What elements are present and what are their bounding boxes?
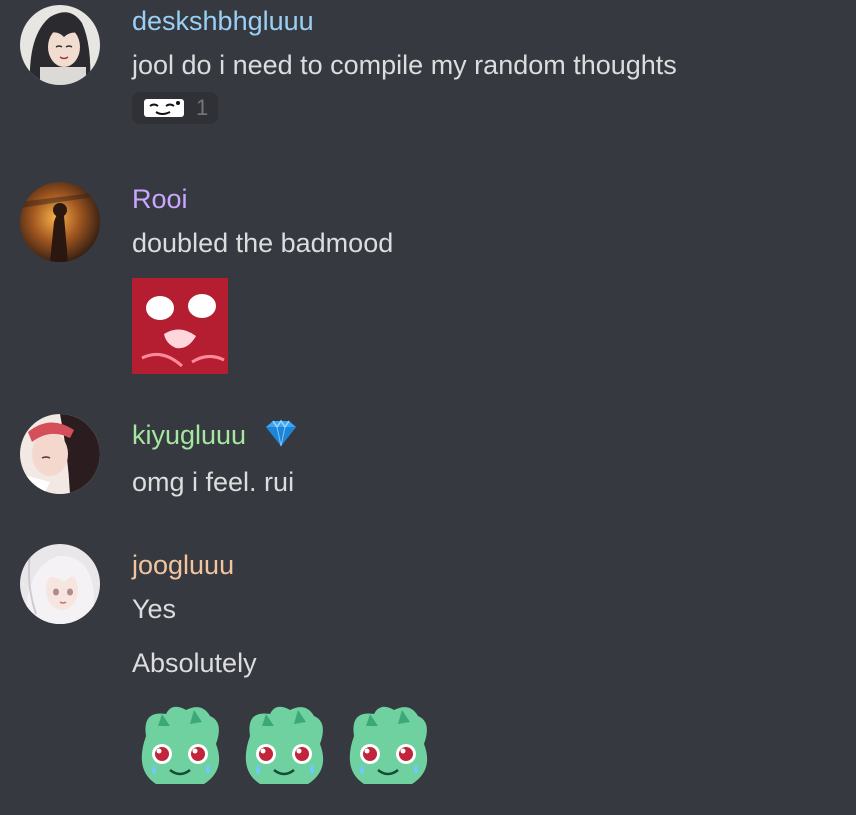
message-content: joogluuu Yes Absolutely [132, 548, 436, 788]
message-text: omg i feel. rui [132, 466, 295, 497]
avatar-image-icon [20, 182, 100, 262]
avatar[interactable] [20, 414, 100, 494]
message-text: Absolutely [132, 648, 257, 678]
crying-bulbasaur-emoji[interactable] [236, 700, 332, 788]
avatar[interactable] [20, 5, 100, 85]
sticker-attachment[interactable] [132, 278, 393, 379]
avatar-image-icon [20, 5, 100, 85]
username[interactable]: Rooi [132, 182, 393, 216]
reaction-count: 1 [196, 95, 209, 120]
crying-bulbasaur-emoji[interactable] [132, 700, 228, 788]
sleepy-face-emoji-icon [144, 99, 184, 117]
username-text[interactable]: kiyugluuu [132, 420, 246, 450]
crying-bulbasaur-emoji[interactable] [340, 700, 436, 788]
avatar[interactable] [20, 182, 100, 262]
chat-message-list: deskshbhgluuu jool do i need to compile … [0, 0, 856, 815]
username[interactable]: joogluuu [132, 548, 436, 582]
username[interactable]: deskshbhgluuu [132, 4, 677, 38]
message-text: Yes [132, 594, 177, 624]
emoji-row [132, 700, 436, 788]
avatar-image-icon [20, 544, 100, 624]
avatar-image-icon [20, 414, 100, 494]
shocked-anime-face-sticker [132, 278, 228, 374]
diamond-badge-icon[interactable] [264, 419, 298, 455]
avatar[interactable] [20, 544, 100, 624]
message-content: kiyugluuu omg i feel. rui [132, 418, 298, 499]
message-text: jool do i need to compile my random thou… [132, 50, 677, 80]
message-text: doubled the badmood [132, 228, 394, 258]
reaction-button[interactable]: 1 [132, 92, 219, 124]
message-content: Rooi doubled the badmood [132, 182, 393, 379]
username: kiyugluuu [132, 418, 298, 455]
message-content: deskshbhgluuu jool do i need to compile … [132, 4, 677, 124]
